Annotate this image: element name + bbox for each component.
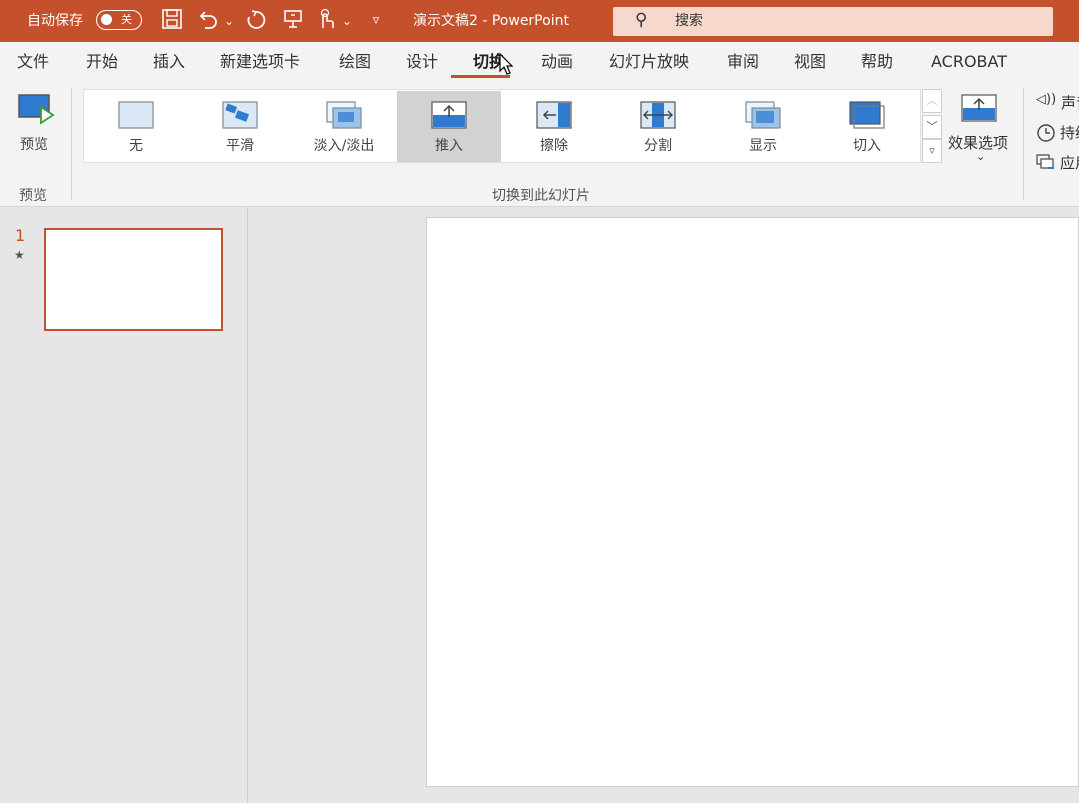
group-divider — [71, 88, 72, 200]
none-transition-icon — [118, 101, 154, 129]
chevron-down-icon: ⌄ — [976, 150, 986, 163]
gallery-more-icon[interactable]: ▿ — [922, 139, 942, 163]
morph-transition-icon — [222, 101, 258, 129]
apply-label: 应用 — [1060, 154, 1079, 172]
speaker-icon: ◁)) — [1036, 92, 1057, 107]
slide-canvas[interactable] — [426, 217, 1079, 787]
transition-label: 无 — [129, 138, 143, 154]
effect-options-button[interactable]: 效果选项 ⌄ — [946, 90, 1014, 170]
ribbon-tabs: 文件 开始 插入 新建选项卡 绘图 设计 切换 动画 幻灯片放映 审阅 视图 帮… — [0, 42, 1079, 82]
gallery-scroll-down-icon[interactable]: ﹀ — [922, 115, 942, 139]
push-transition-icon — [431, 101, 467, 129]
transition-wipe[interactable]: 擦除 — [502, 91, 606, 162]
ribbon: 预览 预览 无 平滑 淡入/淡出 推入 擦除 分割 显示 切入 ︿ ﹀ ▿ 效果… — [0, 82, 1079, 207]
transition-label: 显示 — [749, 138, 777, 154]
transition-reveal[interactable]: 显示 — [711, 91, 815, 162]
tab-home[interactable]: 开始 — [86, 42, 118, 82]
transition-push[interactable]: 推入 — [397, 91, 501, 162]
animation-star-icon: ★ — [14, 248, 25, 262]
transitions-group-label: 切换到此幻灯片 — [492, 188, 590, 204]
redo-icon[interactable] — [243, 8, 269, 34]
touch-dropdown-icon[interactable]: ⌄ — [340, 8, 354, 34]
tab-new[interactable]: 新建选项卡 — [220, 42, 300, 82]
document-title: 演示文稿2 - PowerPoint — [413, 13, 569, 29]
mouse-cursor-icon — [498, 52, 514, 80]
present-icon[interactable] — [280, 8, 306, 34]
tab-file[interactable]: 文件 — [17, 42, 49, 82]
title-bar: 自动保存 关 ⌄ ⌄ ▿ 演示文稿2 - PowerPoint ⚲ 搜索 — [0, 0, 1079, 42]
apply-all-icon — [1036, 154, 1054, 169]
transition-label: 分割 — [644, 138, 672, 154]
sound-control[interactable]: ◁)) 声音 — [1036, 92, 1079, 114]
transition-morph[interactable]: 平滑 — [188, 91, 292, 162]
autosave-label: 自动保存 — [27, 13, 83, 29]
search-placeholder: 搜索 — [675, 13, 703, 29]
tab-review[interactable]: 审阅 — [727, 42, 759, 82]
tab-view[interactable]: 视图 — [794, 42, 826, 82]
sound-label: 声音 — [1061, 94, 1079, 112]
touch-mode-icon[interactable] — [313, 8, 339, 34]
autosave-state: 关 — [121, 13, 132, 26]
duration-control[interactable]: 持续 — [1036, 122, 1079, 144]
search-box[interactable]: ⚲ 搜索 — [613, 7, 1053, 36]
reveal-transition-icon — [745, 101, 781, 129]
preview-group-label: 预览 — [19, 188, 47, 204]
fade-transition-icon — [326, 101, 362, 129]
tab-slideshow[interactable]: 幻灯片放映 — [609, 42, 689, 82]
cut-transition-icon — [849, 101, 885, 129]
apply-to-all-button[interactable]: 应用 — [1036, 152, 1079, 174]
transition-label: 推入 — [435, 138, 463, 154]
undo-icon[interactable] — [195, 8, 221, 34]
transition-label: 擦除 — [540, 138, 568, 154]
tab-animations[interactable]: 动画 — [541, 42, 573, 82]
toggle-knob — [101, 14, 112, 25]
clock-icon — [1037, 124, 1055, 142]
gallery-scroll-up-icon[interactable]: ︿ — [922, 89, 942, 113]
save-icon[interactable] — [159, 8, 185, 34]
preview-icon — [18, 94, 55, 125]
group-divider — [1023, 88, 1024, 200]
transition-split[interactable]: 分割 — [606, 91, 710, 162]
transition-none[interactable]: 无 — [84, 91, 188, 162]
tab-help[interactable]: 帮助 — [861, 42, 893, 82]
undo-dropdown-icon[interactable]: ⌄ — [222, 8, 236, 34]
transition-gallery: 无 平滑 淡入/淡出 推入 擦除 分割 显示 切入 — [83, 89, 921, 163]
slide-number: 1 — [15, 226, 26, 245]
preview-button[interactable]: 预览 — [8, 88, 64, 158]
slide-thumbnail-pane: 1 ★ — [0, 207, 248, 803]
preview-button-label: 预览 — [20, 137, 48, 153]
effect-options-icon — [961, 94, 997, 122]
transition-label: 淡入/淡出 — [313, 138, 375, 154]
split-transition-icon — [640, 101, 676, 129]
tab-draw[interactable]: 绘图 — [339, 42, 371, 82]
duration-label: 持续 — [1060, 124, 1079, 142]
transition-label: 平滑 — [226, 138, 254, 154]
tab-insert[interactable]: 插入 — [153, 42, 185, 82]
transition-label: 切入 — [853, 138, 881, 154]
tab-design[interactable]: 设计 — [406, 42, 438, 82]
search-icon: ⚲ — [635, 10, 648, 30]
slide-thumbnail[interactable] — [44, 228, 223, 331]
wipe-transition-icon — [536, 101, 572, 129]
transition-cut[interactable]: 切入 — [815, 91, 919, 162]
transition-fade[interactable]: 淡入/淡出 — [292, 91, 396, 162]
autosave-toggle[interactable]: 关 — [96, 10, 142, 30]
tab-acrobat[interactable]: ACROBAT — [931, 42, 1007, 82]
customize-icon[interactable]: ▿ — [368, 8, 384, 34]
